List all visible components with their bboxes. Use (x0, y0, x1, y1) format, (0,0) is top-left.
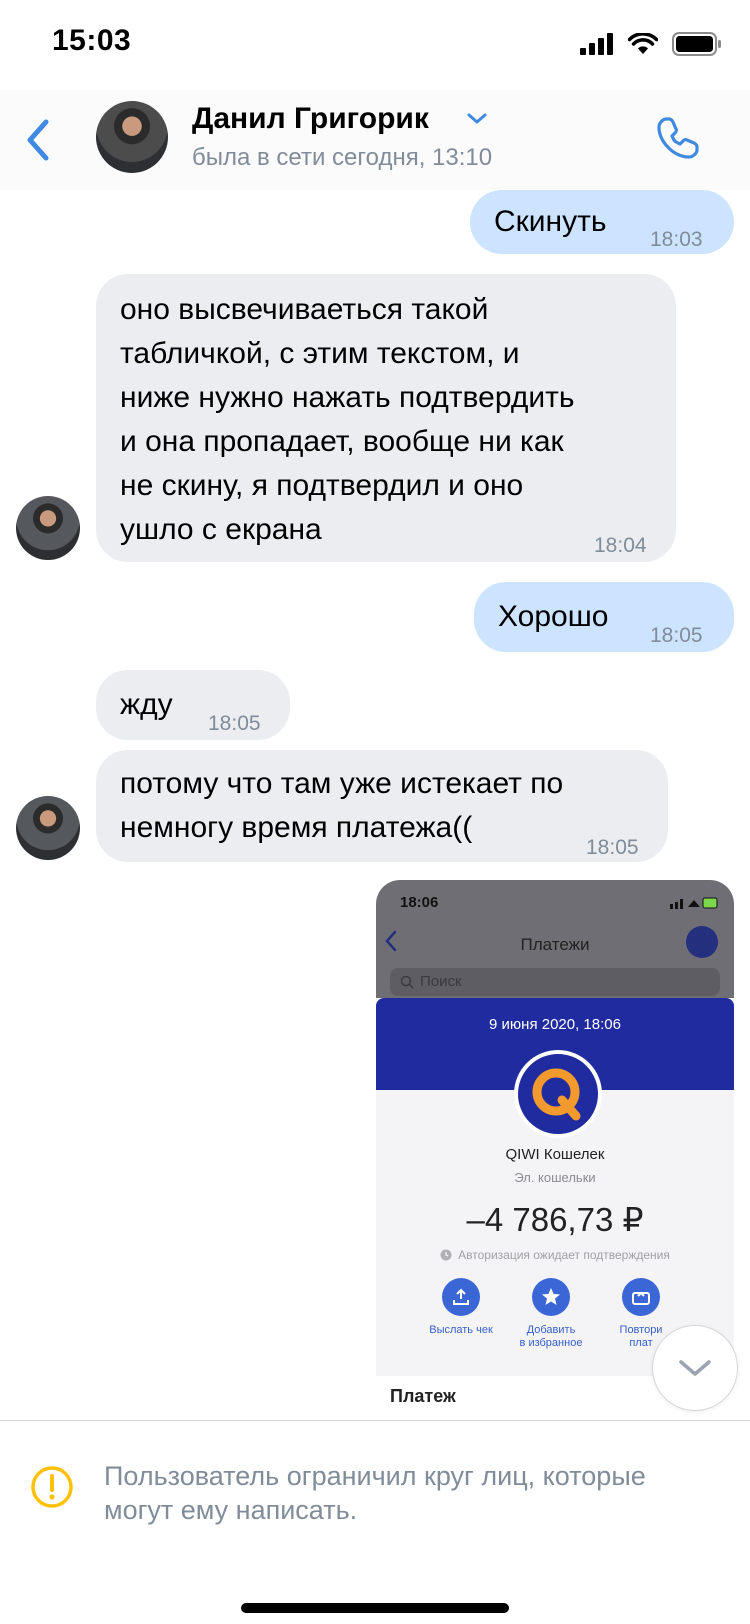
phone-icon[interactable] (654, 114, 702, 162)
photo-category: Эл. кошельки (514, 1170, 596, 1185)
warning-icon (31, 1466, 73, 1508)
wifi-icon (628, 33, 658, 54)
message-time: 18:05 (650, 624, 703, 647)
clock-icon (440, 1249, 452, 1261)
home-indicator[interactable] (241, 1603, 509, 1613)
scroll-down-button[interactable] (652, 1325, 738, 1411)
sender-avatar[interactable] (16, 796, 80, 860)
photo-note-text: Авторизация ожидает подтверждения (458, 1248, 670, 1262)
photo-section-title: Платеж (390, 1386, 456, 1406)
upload-icon (453, 1288, 469, 1305)
message-out[interactable]: Хорошо 18:05 (474, 582, 734, 652)
photo-search: Поиск (390, 968, 720, 996)
message-text: оно высвечиваеться такой табличкой, с эт… (120, 293, 575, 546)
photo-mic-icon (686, 926, 718, 958)
message-time: 18:03 (650, 228, 703, 251)
message-text: потому что там уже истекает по немногу в… (120, 767, 564, 844)
photo-status-icons (670, 897, 718, 909)
message-in[interactable]: потому что там уже истекает по немногу в… (96, 750, 668, 862)
photo-note: Авторизация ожидает подтверждения (376, 1248, 734, 1262)
photo-action-label: Добавить в избранное (519, 1324, 583, 1349)
battery-icon (672, 32, 721, 56)
notice-text: Пользователь ограничил круг лиц, которые… (104, 1461, 646, 1525)
status-time: 15:03 (52, 24, 132, 57)
photo-action-favorite: Добавить в избранное (506, 1278, 596, 1350)
photo-action-label: Выслать чек (429, 1324, 493, 1336)
photo-app-header: 18:06 Платежи Поиск (376, 880, 734, 998)
photo-date: 9 июня 2020, 18:06 (489, 1016, 621, 1033)
message-text: Скинуть (494, 205, 607, 238)
contact-status: была в сети сегодня, 13:10 (192, 144, 493, 171)
photo-screen-title: Платежи (520, 935, 590, 954)
chevron-down-icon[interactable] (466, 112, 488, 126)
photo-status-time: 18:06 (400, 894, 439, 911)
photo-amount: –4 786,73 ₽ (466, 1201, 644, 1238)
contact-name[interactable]: Данил Григорик (192, 102, 429, 136)
star-icon (542, 1288, 560, 1305)
message-time: 18:05 (208, 712, 261, 735)
photo-merchant: QIWI Кошелек (505, 1146, 605, 1163)
message-out[interactable]: Скинуть 18:03 (470, 190, 734, 254)
message-in[interactable]: оно высвечиваеться такой табличкой, с эт… (96, 274, 676, 562)
contact-avatar[interactable] (96, 101, 168, 173)
photo-search-placeholder: Поиск (420, 973, 462, 990)
message-text: Хорошо (498, 600, 609, 633)
photo-search-icon (400, 975, 414, 989)
photo-action-send-receipt: Выслать чек (416, 1278, 506, 1337)
repeat-icon (632, 1291, 650, 1305)
back-icon[interactable] (18, 114, 58, 166)
status-bar: 15:03 (0, 0, 750, 90)
status-icons (580, 32, 722, 56)
message-in[interactable]: жду 18:05 (96, 670, 290, 740)
chat-header: Данил Григорик была в сети сегодня, 13:1… (0, 90, 750, 190)
message-time: 18:04 (594, 534, 647, 557)
sender-avatar[interactable] (16, 496, 80, 560)
message-time: 18:05 (586, 836, 639, 859)
message-text: жду (120, 688, 173, 721)
write-restricted-notice: Пользователь ограничил круг лиц, которые… (0, 1421, 750, 1624)
signal-icon (580, 33, 613, 55)
chevron-down-icon (679, 1360, 711, 1376)
qiwi-logo-icon (514, 1050, 602, 1138)
